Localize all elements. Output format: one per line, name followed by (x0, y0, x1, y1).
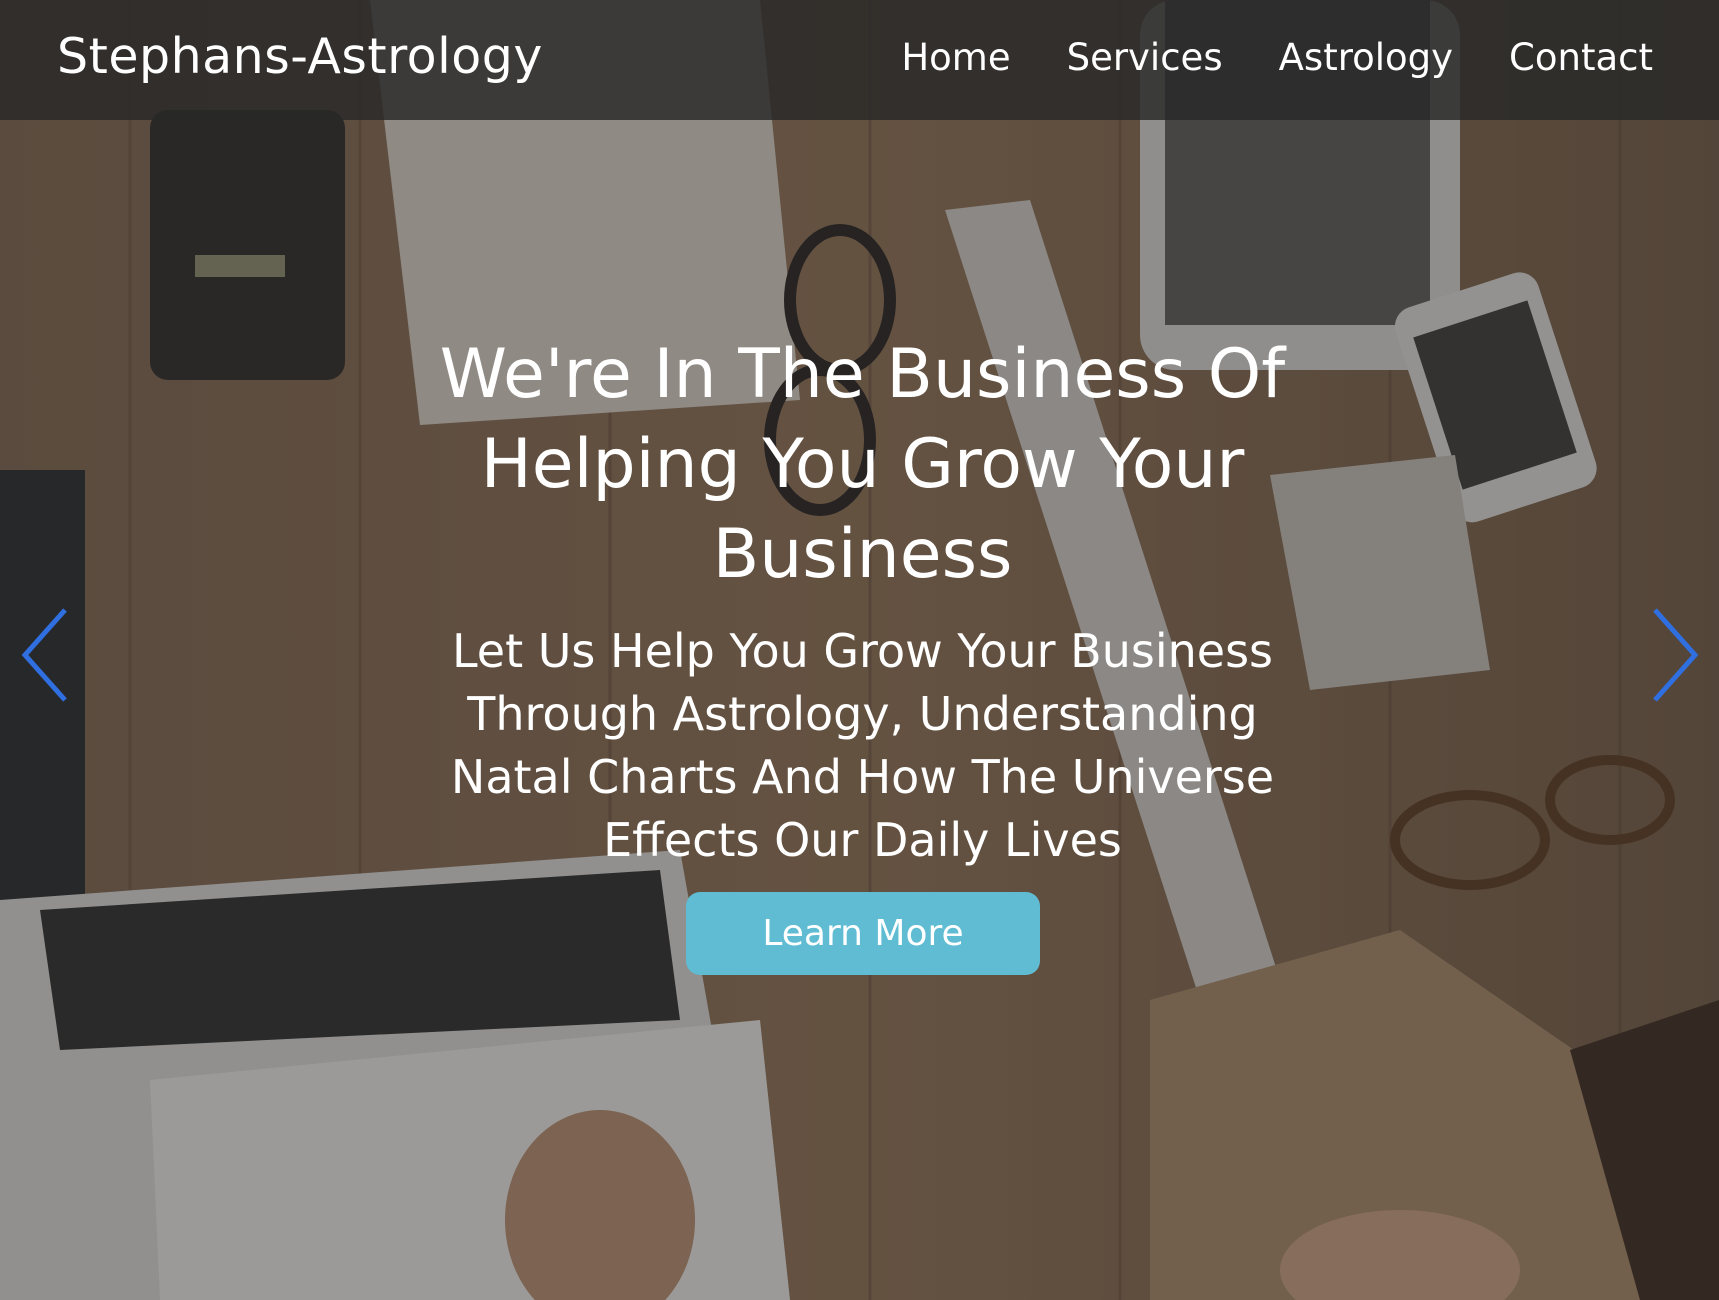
nav-link-services[interactable]: Services (1067, 36, 1223, 79)
hero-carousel: Stephans-Astrology Home Services Astrolo… (0, 0, 1719, 1300)
chevron-right-icon[interactable] (1650, 605, 1710, 705)
nav-menu: Home Services Astrology Contact (901, 36, 1653, 79)
chevron-left-icon[interactable] (10, 605, 70, 705)
top-navbar: Stephans-Astrology Home Services Astrolo… (0, 0, 1719, 120)
nav-link-astrology[interactable]: Astrology (1279, 36, 1453, 79)
site-brand-logo[interactable]: Stephans-Astrology (57, 28, 543, 85)
nav-link-home[interactable]: Home (901, 36, 1010, 79)
hero-headline: We're In The Business Of Helping You Gro… (439, 335, 1286, 594)
hero-caption: We're In The Business Of Helping You Gro… (400, 330, 1325, 872)
learn-more-button[interactable]: Learn More (686, 892, 1040, 975)
nav-link-contact[interactable]: Contact (1509, 36, 1653, 79)
hero-subheadline: Let Us Help You Grow Your Business Throu… (450, 624, 1275, 867)
